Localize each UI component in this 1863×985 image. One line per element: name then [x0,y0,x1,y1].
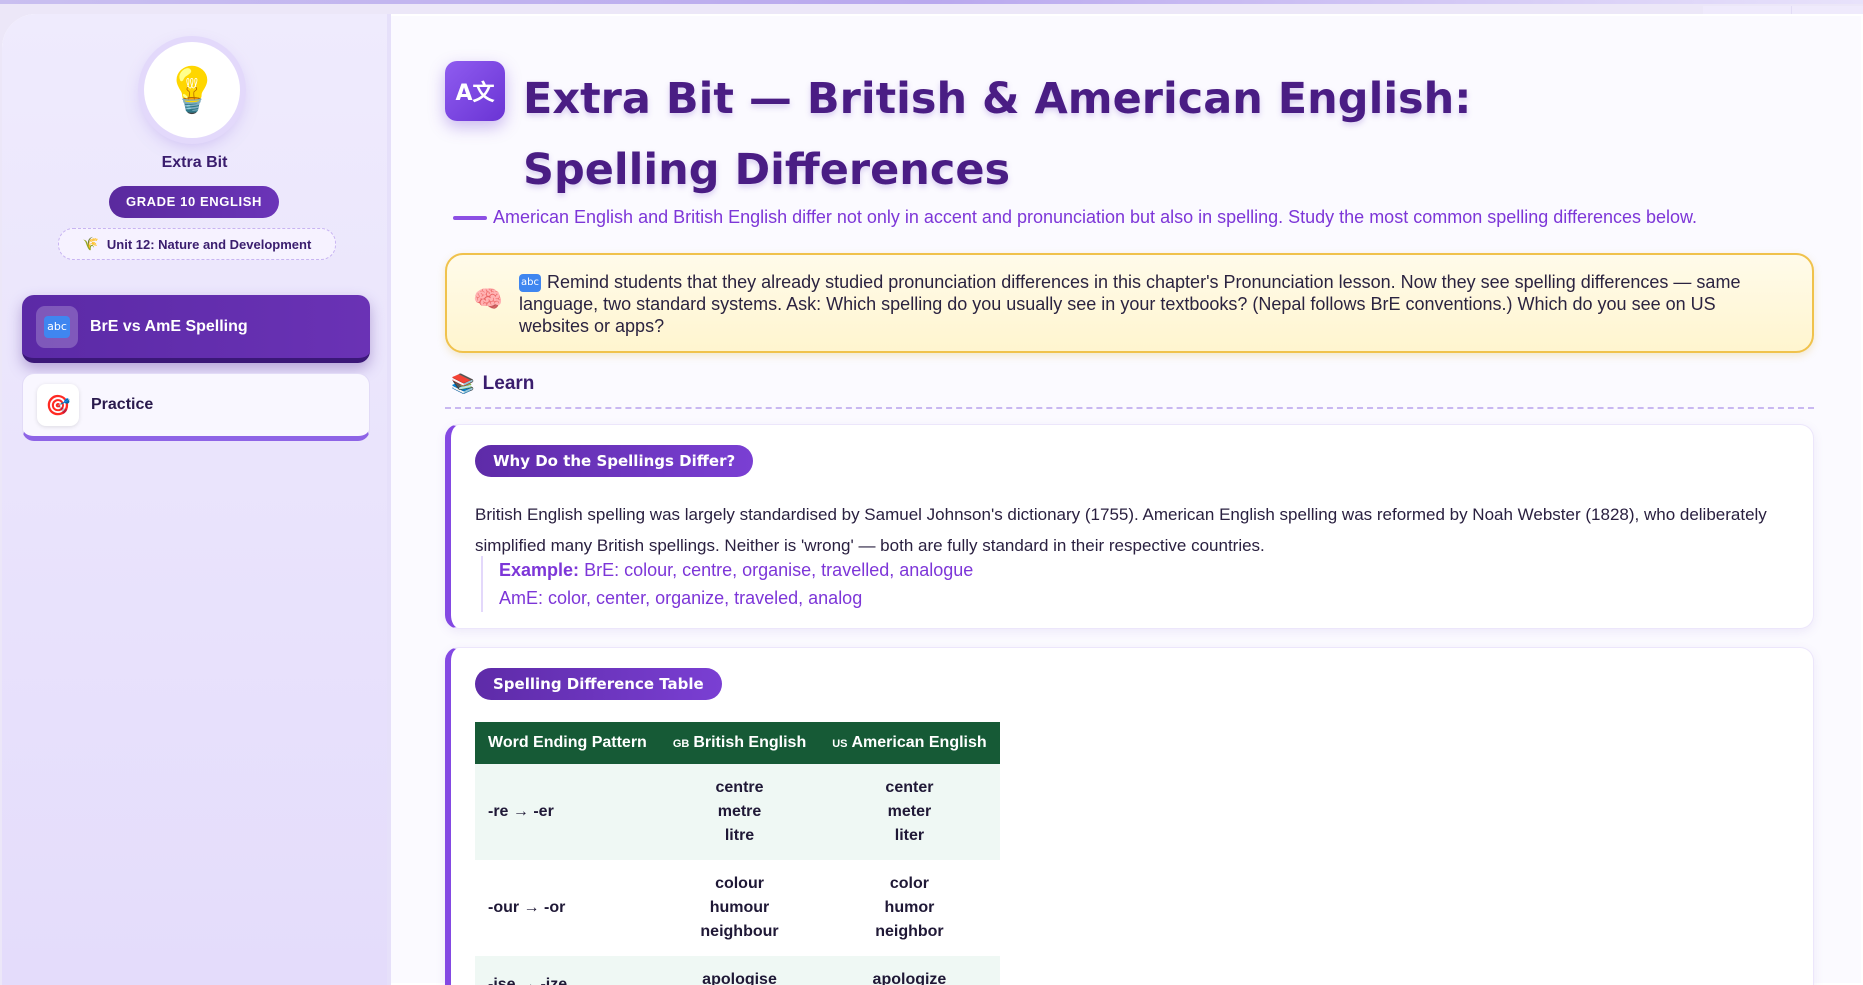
ame-word: color [889,875,929,892]
translate-icon: A文 [445,61,505,121]
cell-pattern: -our → -or [475,860,660,956]
ame-word: humor [884,899,935,916]
example-ame: AmE: color, center, organize, traveled, … [499,588,863,608]
cell-bre: apologiseorganise [659,956,820,985]
col-header-ame-label: American English [851,734,987,751]
table-body: -re → -er centre metre litre center meter lite… [475,764,1000,985]
bre-word: neighbour [700,923,779,940]
learn-heading-label: Learn [482,373,535,394]
gb-flag-icon: GB [672,738,690,750]
sidebar-item-label: BrE vs AmE Spelling [90,317,248,335]
ame-word: neighbor [875,923,944,940]
card-spelling-table: Spelling Difference Table Word Ending Pa… [445,647,1814,985]
table-row: -our → -or colour humour neighbour color humo… [475,860,1000,956]
ame-word: meter [887,803,932,820]
learn-divider [445,407,1814,409]
cell-ame: center meter liter [819,764,1000,860]
abc-icon-wrapper: abc [36,305,78,348]
target-icon: 🎯 [37,384,79,426]
cell-ame: apologizeorganize [819,956,1000,985]
brain-icon: 🧠 [473,286,503,313]
page-title: Extra Bit — British & American English: … [523,74,1472,195]
ame-word: center [885,779,934,796]
table-row: -re → -er centre metre litre center meter lite… [475,764,1000,860]
pattern-label: -ise → -ize [488,976,568,985]
sidebar-title: Extra Bit [161,154,228,171]
cell-pattern: -ise → -ize(also -ise/-ize) [475,956,660,985]
abc-icon: abc [44,315,70,338]
sidebar-item-bre-vs-ame-spelling[interactable]: abc BrE vs AmE Spelling [22,295,370,363]
top-strip [0,0,1863,4]
books-icon: 📚 [451,374,475,395]
pattern-label: -our → -or [488,899,566,916]
teacher-note: 🧠 abc Remind students that they already s… [445,253,1814,353]
subtitle-accent [453,216,487,220]
ame-word: liter [894,827,925,844]
lightbulb-icon: 💡 [144,42,240,138]
cell-bre: colour humour neighbour [659,860,820,956]
table-header-row: Word Ending Pattern GB British English US… [475,722,1000,764]
us-flag-icon: US [832,738,848,750]
bre-word: litre [724,827,755,844]
example-label: Example: [499,560,580,580]
example-bre: BrE: colour, centre, organise, travelled… [584,560,974,580]
card-why-spellings-differ: Why Do the Spellings Differ? British Eng… [445,424,1814,629]
col-header-ame: US American English [819,722,1000,764]
abc-icon: abc [519,274,541,293]
sidebar: 💡 Extra Bit GRADE 10 ENGLISH 🌾 Unit 12: … [2,14,391,985]
wheat-icon: 🌾 [82,236,99,251]
page-subtitle: American English and British English dif… [493,207,1698,227]
cell-ame: color humor neighbor [819,860,1000,956]
app-window: 💡 Extra Bit GRADE 10 ENGLISH 🌾 Unit 12: … [2,14,1863,985]
spelling-table: Word Ending Pattern GB British English US… [475,722,1000,985]
col-header-pattern: Word Ending Pattern [475,722,660,764]
sidebar-item-practice[interactable]: 🎯 Practice [22,373,370,441]
col-header-bre-label: British English [693,734,807,751]
unit-label: Unit 12: Nature and Development [106,236,312,252]
card-title-pill: Spelling Difference Table [475,668,722,700]
bre-word: humour [709,899,770,916]
bre-word: colour [715,875,764,892]
table-row: -ise → -ize(also -ise/-ize)apologiseorga… [475,956,1000,985]
card-title-pill: Why Do the Spellings Differ? [475,445,754,477]
pattern-label: -re → -er [488,803,554,820]
learn-heading: 📚 Learn [451,372,534,396]
ame-word: apologize [872,971,947,985]
bre-word: apologise [702,971,777,985]
main-content: A文 Extra Bit — British & American Englis… [391,14,1863,985]
teacher-note-text: Remind students that they already studie… [519,272,1741,336]
bre-word: centre [715,779,764,796]
bre-word: metre [717,803,762,820]
unit-badge: 🌾 Unit 12: Nature and Development [58,228,336,260]
cell-pattern: -re → -er [475,764,660,860]
card-body-text: British English spelling was largely sta… [475,505,1767,555]
sidebar-item-label: Practice [91,396,154,413]
cell-bre: centre metre litre [659,764,820,860]
example-block: Example: BrE: colour, centre, organise, … [481,556,973,612]
grade-badge: GRADE 10 ENGLISH [109,186,279,218]
col-header-bre: GB British English [659,722,820,764]
